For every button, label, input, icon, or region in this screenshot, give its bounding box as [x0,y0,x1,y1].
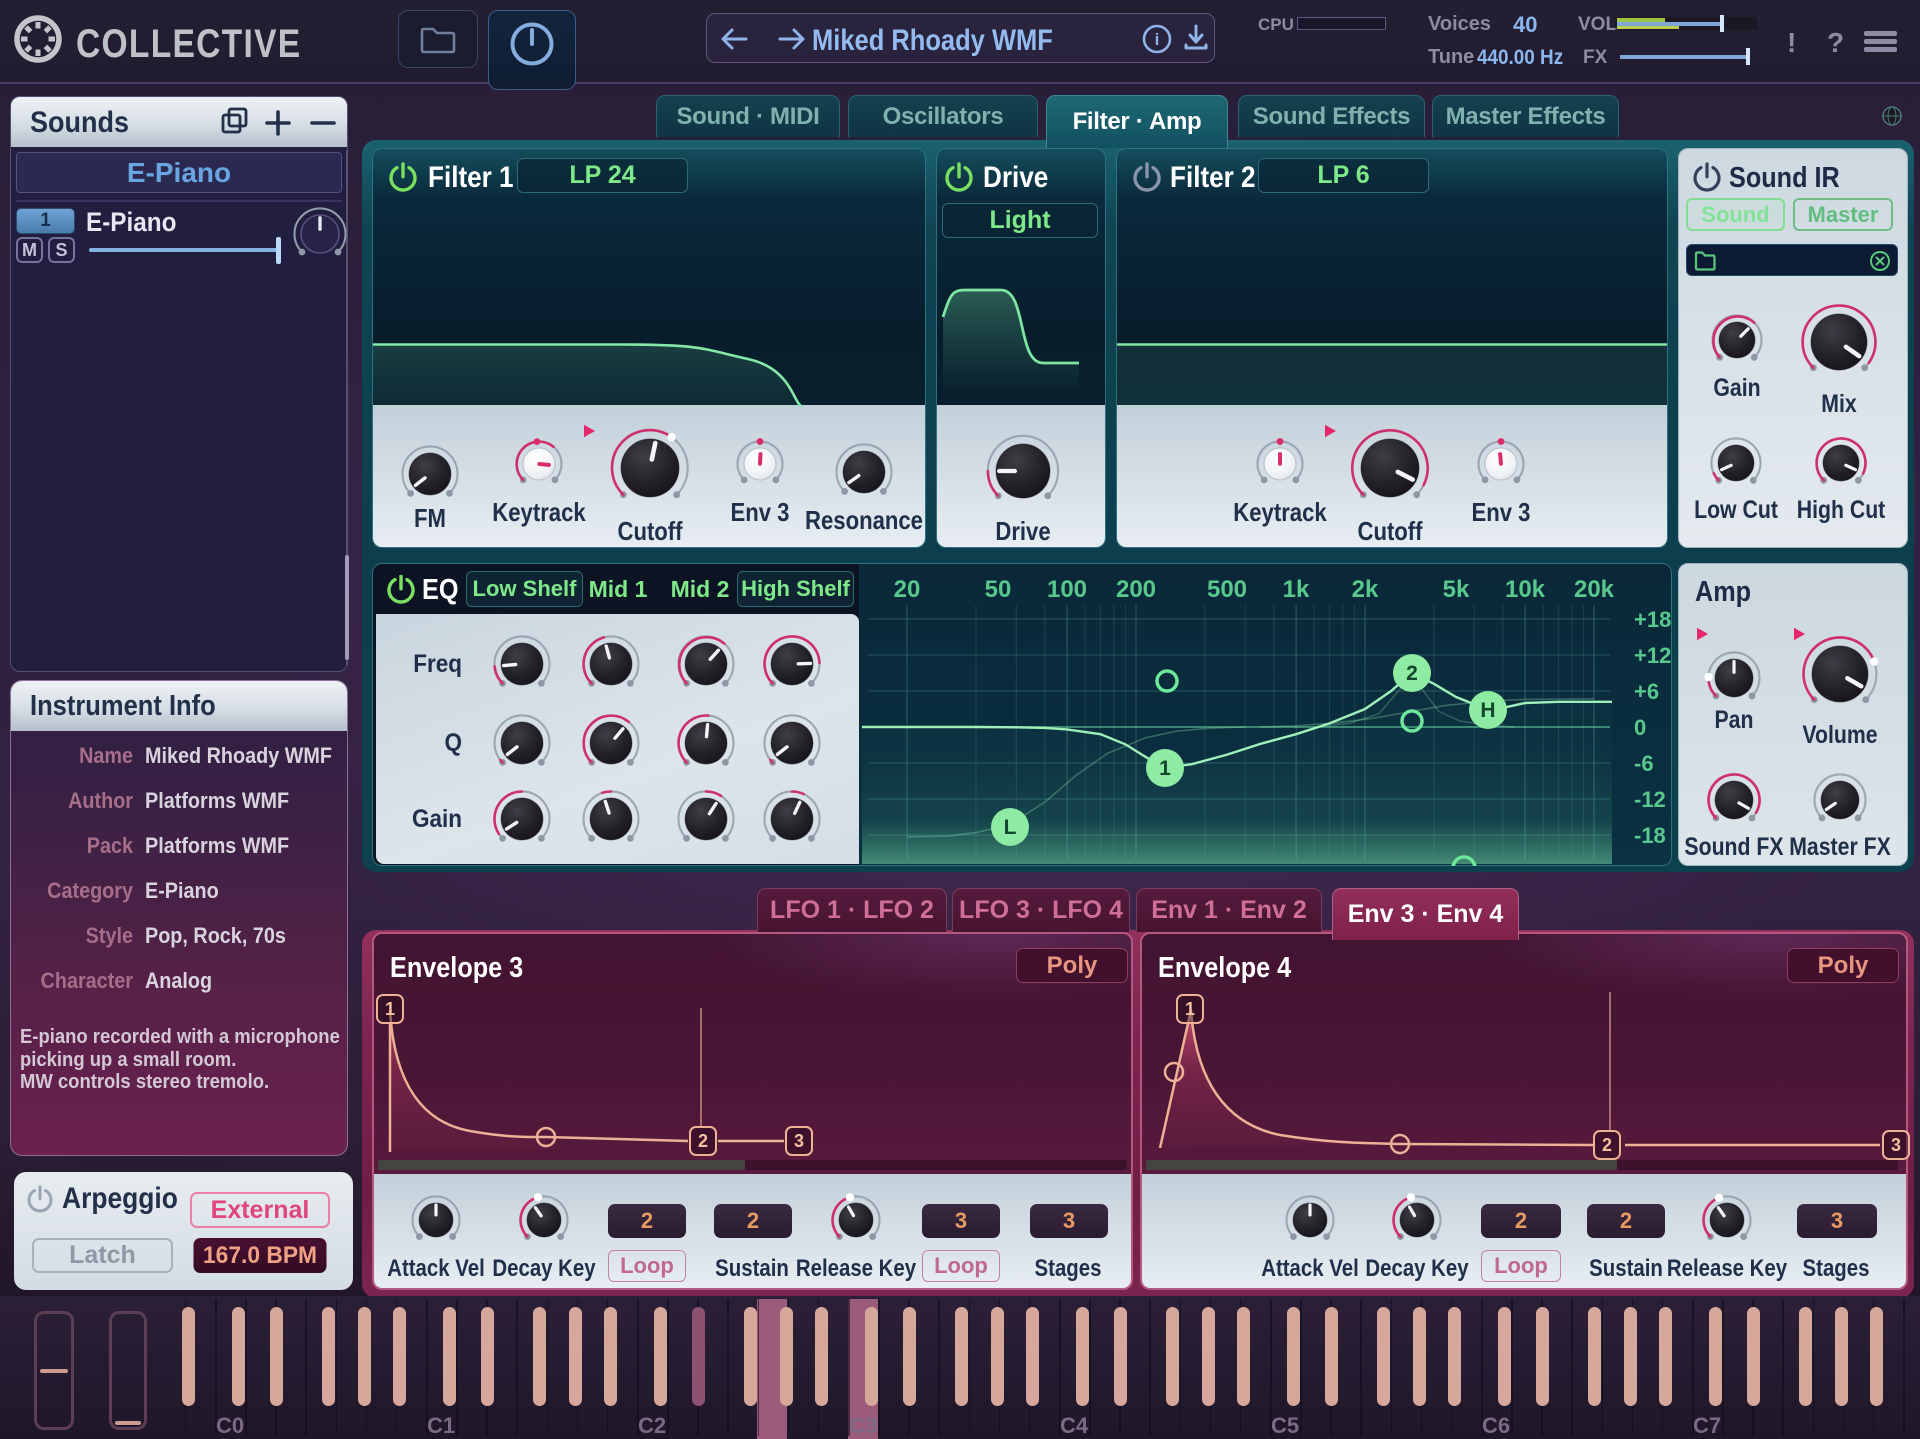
svg-text:5k: 5k [1443,576,1470,603]
svg-text:-6: -6 [1634,751,1654,776]
svg-text:L: L [1004,816,1017,839]
svg-text:10k: 10k [1505,576,1546,603]
svg-text:i: i [1155,30,1160,49]
svg-text:+18: +18 [1634,607,1671,632]
svg-text:2k: 2k [1352,576,1379,603]
svg-text:200: 200 [1116,576,1156,603]
svg-text:1k: 1k [1283,576,1310,603]
svg-text:500: 500 [1207,576,1247,603]
svg-text:0: 0 [1634,715,1646,740]
svg-text:-18: -18 [1634,823,1666,848]
svg-text:20k: 20k [1574,576,1615,603]
svg-text:50: 50 [985,576,1012,603]
svg-text:-12: -12 [1634,787,1666,812]
svg-text:20: 20 [894,576,921,603]
svg-text:+6: +6 [1634,679,1659,704]
svg-text:100: 100 [1047,576,1087,603]
svg-text:1: 1 [1159,757,1171,780]
svg-text:2: 2 [1406,662,1418,685]
svg-text:+12: +12 [1634,643,1671,668]
svg-text:H: H [1480,699,1495,722]
